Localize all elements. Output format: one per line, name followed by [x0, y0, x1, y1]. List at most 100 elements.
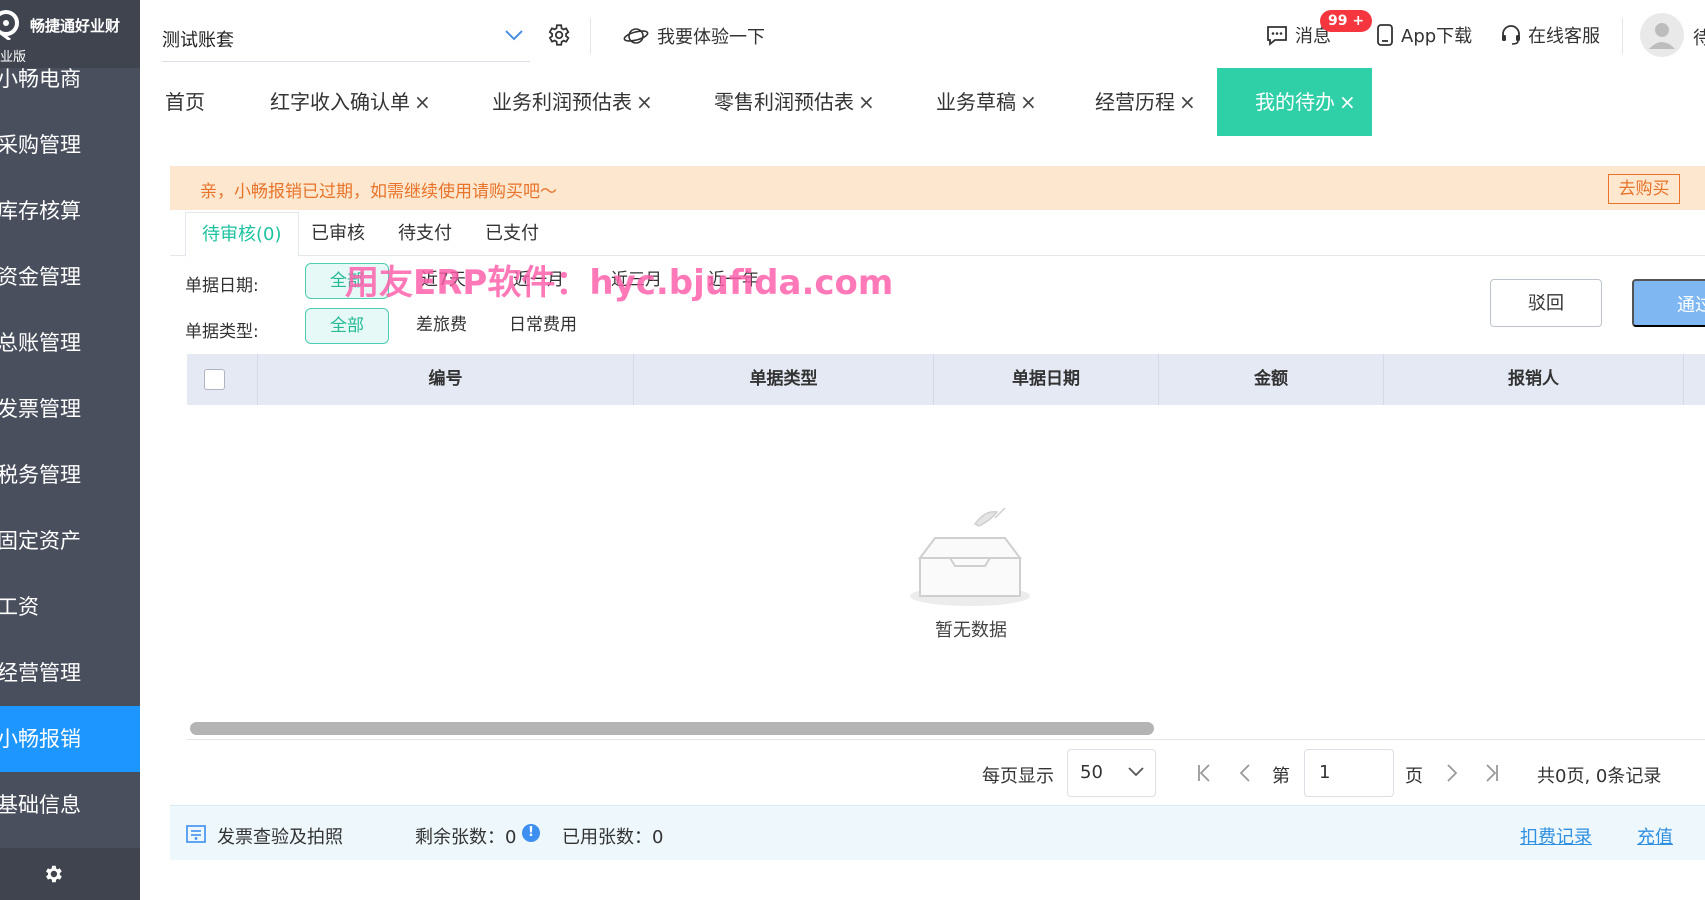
- remaining-count: 剩余张数：0: [415, 827, 517, 848]
- date-filter-7days[interactable]: 近7天: [421, 263, 466, 299]
- tab-red-income[interactable]: 红字收入确认单 ×: [270, 68, 431, 136]
- column-header-amount[interactable]: 金额: [1159, 354, 1384, 405]
- chevron-down-icon: [505, 30, 523, 41]
- info-icon[interactable]: !: [522, 824, 540, 842]
- page-number-input[interactable]: 1: [1304, 749, 1394, 797]
- sidebar-item-payroll[interactable]: 工资: [0, 574, 140, 640]
- user-name[interactable]: 待: [1693, 24, 1705, 50]
- header-divider-right: [1622, 18, 1623, 54]
- date-filter-all[interactable]: 全部: [305, 263, 389, 299]
- last-page-icon[interactable]: [1484, 763, 1500, 783]
- app-download-label: App下载: [1401, 26, 1473, 47]
- empty-box-icon: [910, 507, 1030, 606]
- pass-button[interactable]: 通过: [1632, 279, 1705, 327]
- type-filter-label: 单据类型:: [185, 322, 259, 342]
- fee-record-link[interactable]: 扣费记录: [1520, 823, 1592, 849]
- top-header: 测试账套 我要体验一下 消息 99 + App下载 在线客服 待: [140, 0, 1705, 68]
- type-filter-travel[interactable]: 差旅费: [416, 308, 467, 344]
- close-icon[interactable]: ×: [636, 90, 653, 114]
- per-page-value: 50: [1080, 762, 1103, 783]
- close-icon[interactable]: ×: [1020, 90, 1037, 114]
- select-all-cell: [187, 354, 258, 405]
- column-header-claimant[interactable]: 报销人: [1384, 354, 1684, 405]
- try-experience-button[interactable]: 我要体验一下: [623, 22, 765, 50]
- type-filter-daily[interactable]: 日常费用: [509, 308, 577, 344]
- tab-label: 首页: [165, 90, 205, 114]
- app-download-button[interactable]: App下载: [1375, 22, 1472, 48]
- sidebar: 畅捷通好业财 业版 小畅电商 采购管理 库存核算 资金管理 总账管理 发票管理 …: [0, 0, 140, 900]
- sidebar-item-inventory[interactable]: 库存核算: [0, 178, 140, 244]
- sidebar-item-basic-info[interactable]: 基础信息: [0, 772, 140, 838]
- tab-home[interactable]: 首页: [165, 68, 205, 136]
- sidebar-item-operations[interactable]: 经营管理: [0, 640, 140, 706]
- tab-label: 我的待办: [1255, 90, 1335, 114]
- tab-operation-history[interactable]: 经营历程 ×: [1095, 68, 1196, 136]
- tab-paid[interactable]: 已支付: [485, 212, 539, 256]
- page-number-value: 1: [1319, 762, 1331, 783]
- messages-badge: 99 +: [1320, 10, 1373, 32]
- invoice-scan-icon: [186, 825, 206, 843]
- buy-button[interactable]: 去购买: [1608, 174, 1680, 204]
- close-icon[interactable]: ×: [414, 90, 431, 114]
- date-filter-1year[interactable]: 近一年: [708, 263, 759, 299]
- first-page-icon[interactable]: [1196, 763, 1212, 783]
- online-service-button[interactable]: 在线客服: [1500, 22, 1600, 48]
- planet-icon: [623, 28, 649, 44]
- scrollbar-thumb[interactable]: [190, 722, 1154, 735]
- sidebar-item-funds[interactable]: 资金管理: [0, 244, 140, 310]
- avatar[interactable]: [1640, 13, 1684, 57]
- invoice-check-bar: 发票查验及拍照 ! 剩余张数：0 已用张数：0 扣费记录 充值: [170, 805, 1705, 860]
- table-header: 编号 单据类型 单据日期 金额 报销人: [187, 354, 1705, 405]
- prev-page-icon[interactable]: [1238, 763, 1252, 783]
- close-icon[interactable]: ×: [858, 90, 875, 114]
- tab-label: 业务草稿: [936, 90, 1016, 114]
- tab-label: 业务利润预估表: [492, 90, 632, 114]
- sidebar-item-ecommerce[interactable]: 小畅电商: [0, 46, 140, 112]
- tab-business-profit[interactable]: 业务利润预估表 ×: [492, 68, 653, 136]
- expiry-notice-text: 亲，小畅报销已过期，如需继续使用请购买吧～: [200, 182, 557, 202]
- account-settings-gear-icon[interactable]: [545, 22, 571, 48]
- sidebar-footer: [0, 848, 140, 900]
- date-filter-label: 单据日期:: [185, 276, 259, 296]
- page-prefix: 第: [1272, 766, 1290, 787]
- tab-pending-review[interactable]: 待审核(0): [185, 212, 299, 257]
- type-filter-all[interactable]: 全部: [305, 308, 389, 344]
- try-experience-label: 我要体验一下: [657, 27, 765, 48]
- message-icon: [1267, 26, 1287, 46]
- sidebar-item-expense[interactable]: 小畅报销: [0, 706, 140, 772]
- next-page-icon[interactable]: [1445, 763, 1459, 783]
- recharge-link[interactable]: 充值: [1637, 823, 1673, 849]
- column-header-date[interactable]: 单据日期: [934, 354, 1159, 405]
- per-page-select[interactable]: 50: [1067, 749, 1156, 797]
- chevron-down-icon: [1128, 767, 1144, 777]
- sidebar-item-purchase[interactable]: 采购管理: [0, 112, 140, 178]
- date-filter-3months[interactable]: 近三月: [611, 263, 662, 299]
- close-icon[interactable]: ×: [1179, 90, 1196, 114]
- close-icon[interactable]: ×: [1339, 90, 1356, 114]
- tab-reviewed[interactable]: 已审核: [311, 212, 365, 256]
- tab-retail-profit[interactable]: 零售利润预估表 ×: [714, 68, 875, 136]
- phone-icon: [1377, 24, 1393, 46]
- horizontal-scrollbar[interactable]: [187, 718, 1705, 740]
- sidebar-item-invoice[interactable]: 发票管理: [0, 376, 140, 442]
- column-header-number[interactable]: 编号: [258, 354, 634, 405]
- expiry-notice: 亲，小畅报销已过期，如需继续使用请购买吧～ 去购买: [170, 166, 1705, 210]
- column-header-type[interactable]: 单据类型: [634, 354, 934, 405]
- tab-my-todo[interactable]: 我的待办 ×: [1217, 68, 1372, 136]
- sidebar-item-ledger[interactable]: 总账管理: [0, 310, 140, 376]
- account-select[interactable]: 测试账套: [162, 16, 530, 62]
- sidebar-item-assets[interactable]: 固定资产: [0, 508, 140, 574]
- tab-pending-payment[interactable]: 待支付: [398, 212, 452, 256]
- sidebar-item-tax[interactable]: 税务管理: [0, 442, 140, 508]
- select-all-checkbox[interactable]: [204, 369, 225, 390]
- reject-button[interactable]: 驳回: [1490, 279, 1602, 327]
- header-divider: [590, 18, 591, 54]
- date-filter-1month[interactable]: 近一月: [513, 263, 564, 299]
- logo-name: 畅捷通好业财: [30, 17, 121, 35]
- logo-icon: [0, 10, 19, 40]
- headset-icon: [1502, 25, 1520, 45]
- user-avatar-icon: [1649, 23, 1675, 49]
- page-tabs: 首页 红字收入确认单 × 业务利润预估表 × 零售利润预估表 × 业务草稿 × 经营历程…: [140, 68, 1705, 136]
- tab-business-draft[interactable]: 业务草稿 ×: [936, 68, 1037, 136]
- settings-gear-icon[interactable]: [42, 863, 64, 885]
